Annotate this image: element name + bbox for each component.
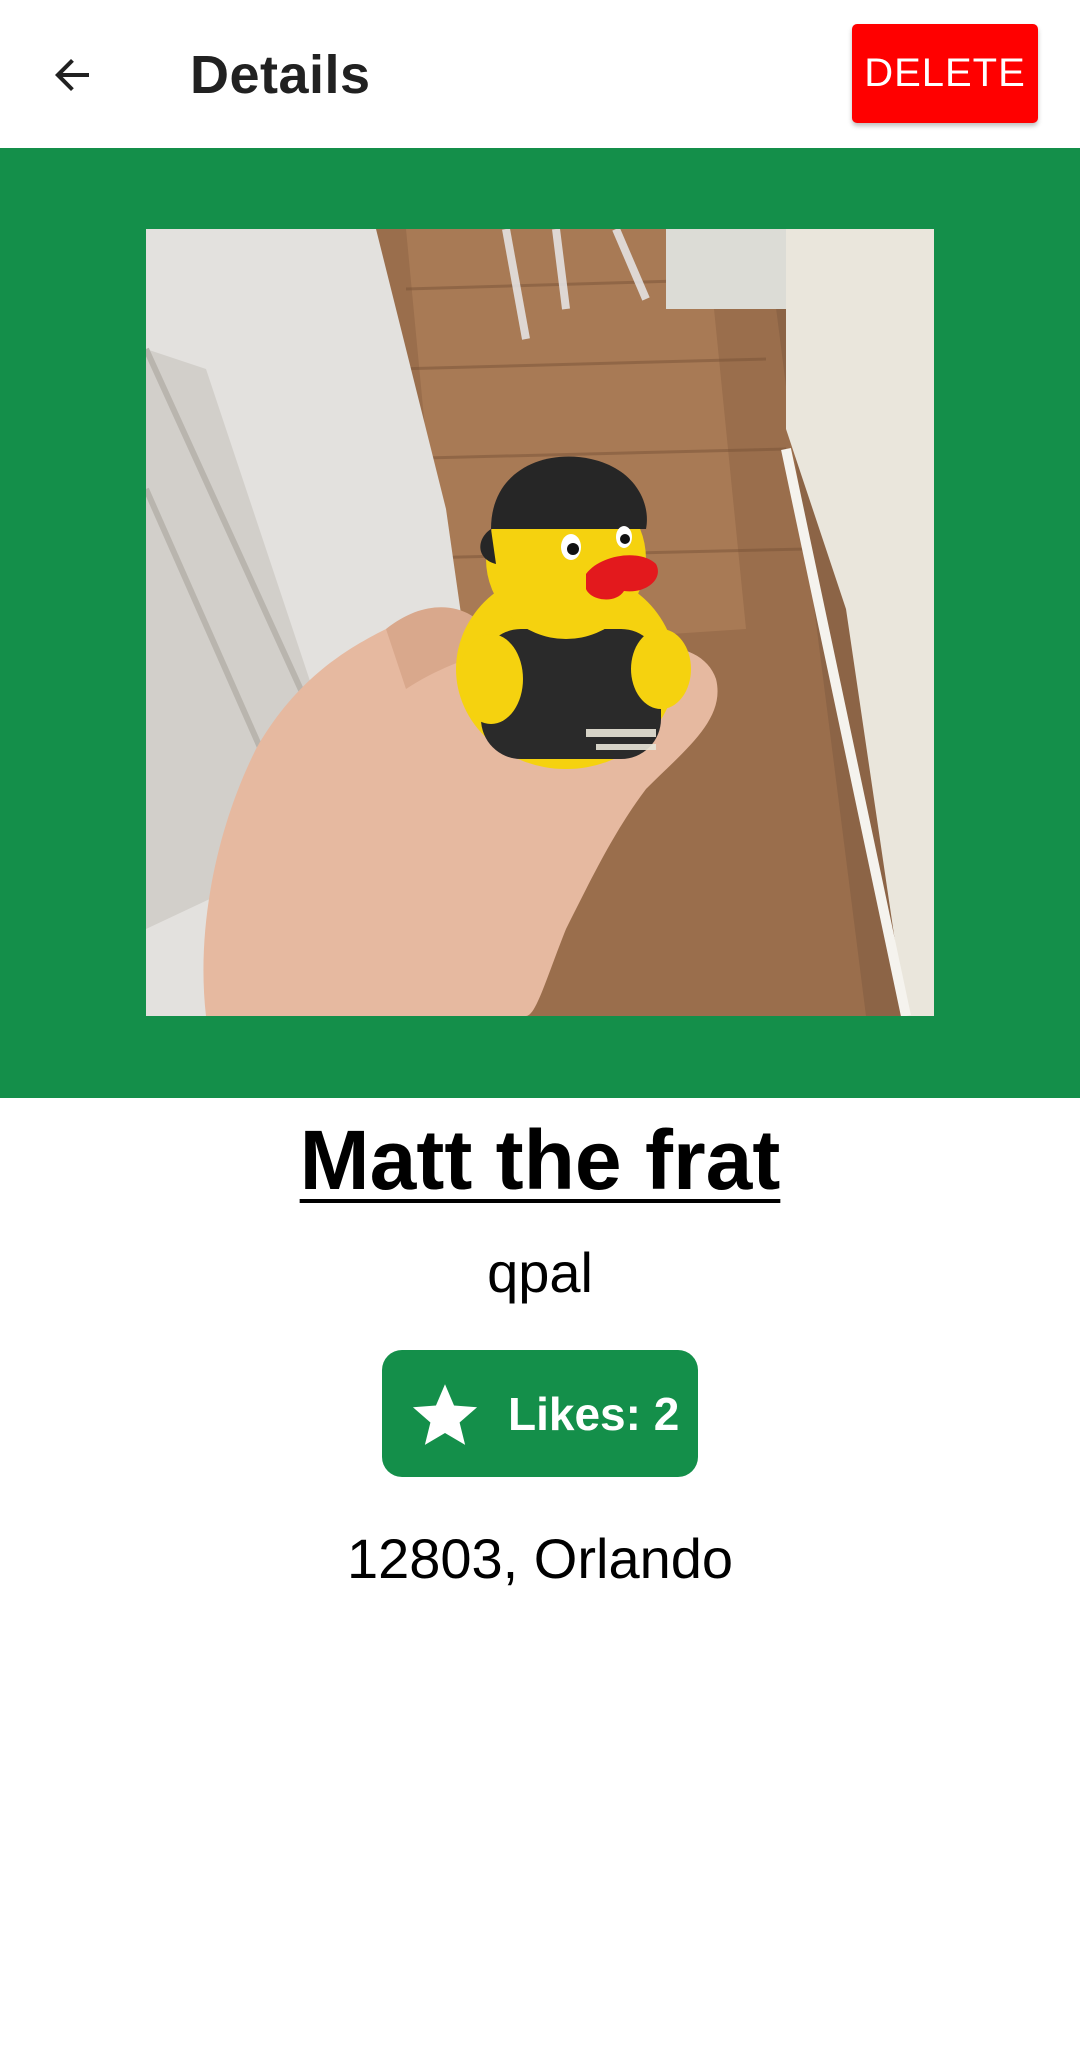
owner-username: qpal — [487, 1241, 593, 1304]
location-text: 12803, Orlando — [346, 1527, 734, 1590]
app-bar: Details DELETE — [0, 0, 1080, 148]
photo-banner — [0, 148, 1080, 1098]
back-button[interactable] — [34, 36, 112, 114]
likes-button[interactable]: Likes: 2 — [382, 1350, 698, 1477]
duck-photo — [146, 229, 934, 1016]
page-title: Details — [190, 45, 371, 105]
star-icon — [412, 1383, 478, 1445]
delete-button[interactable]: DELETE — [852, 24, 1038, 123]
arrow-left-icon — [55, 59, 89, 91]
likes-count-label: Likes: 2 — [508, 1387, 680, 1440]
duck-name: Matt the frat — [299, 1113, 781, 1207]
